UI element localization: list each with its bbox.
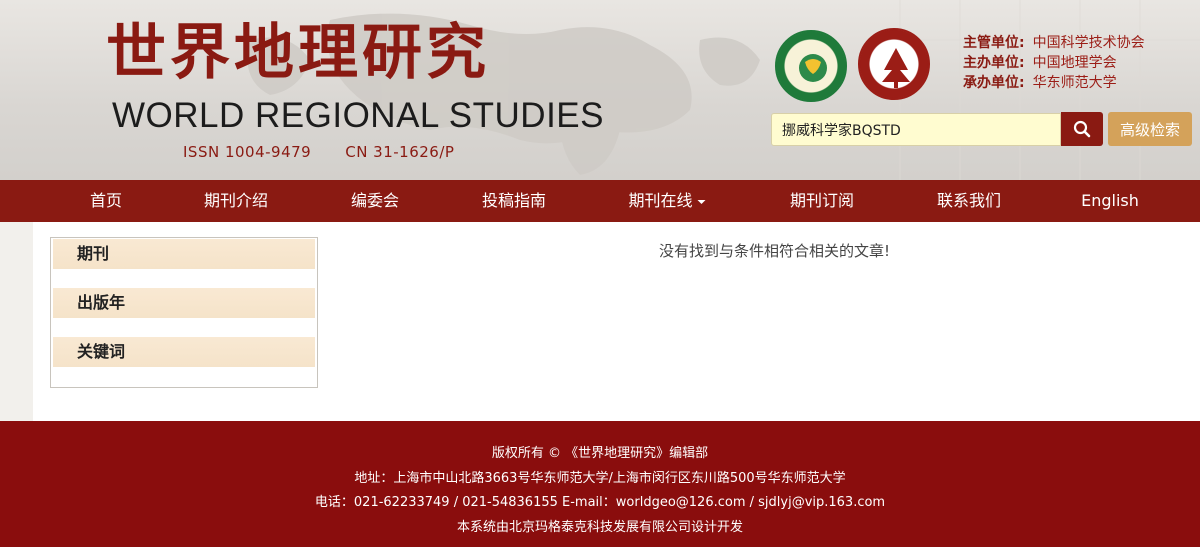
nav-item-subscription[interactable]: 期刊订阅 bbox=[790, 180, 854, 222]
site-footer: 版权所有 © 《世界地理研究》编辑部 地址：上海市中山北路3663号华东师范大学… bbox=[0, 421, 1200, 547]
search-button[interactable] bbox=[1061, 112, 1103, 146]
search-icon bbox=[1073, 120, 1091, 138]
footer-copyright: 版权所有 © 《世界地理研究》编辑部 bbox=[491, 446, 709, 461]
sponsor-row: 主办单位: 中国地理学会 bbox=[963, 53, 1145, 73]
journal-identifiers: ISSN 1004-9479 CN 31-1626/P bbox=[183, 143, 454, 161]
sponsor-row: 承办单位: 华东师范大学 bbox=[963, 73, 1145, 93]
no-results-message: 没有找到与条件相符合相关的文章! bbox=[659, 242, 891, 260]
nav-item-contact[interactable]: 联系我们 bbox=[937, 180, 1001, 222]
search-input[interactable] bbox=[771, 113, 1061, 146]
journal-title-cn: 世界地理研究 bbox=[106, 18, 490, 88]
ecnu-logo bbox=[858, 28, 930, 100]
issn-number: ISSN 1004-9479 bbox=[183, 143, 312, 161]
nav-item-journal-online[interactable]: 期刊在线 bbox=[628, 180, 706, 222]
globe-emblem-icon bbox=[799, 54, 827, 82]
sponsor-value: 中国地理学会 bbox=[1032, 55, 1117, 71]
sponsor-list: 主管单位: 中国科学技术协会 主办单位: 中国地理学会 承办单位: 华东师范大学 bbox=[963, 33, 1145, 93]
cn-number: CN 31-1626/P bbox=[345, 143, 455, 161]
sponsor-key: 主办单位: bbox=[963, 55, 1025, 71]
nav-item-submission-guide[interactable]: 投稿指南 bbox=[482, 180, 546, 222]
nav-item-editorial-board[interactable]: 编委会 bbox=[351, 180, 399, 222]
sponsor-key: 承办单位: bbox=[963, 75, 1025, 91]
footer-address: 地址：上海市中山北路3663号华东师范大学/上海市闵行区东川路500号华东师范大… bbox=[354, 471, 846, 486]
facet-journal[interactable]: 期刊 bbox=[53, 239, 315, 269]
advanced-search-button[interactable]: 高级检索 bbox=[1108, 112, 1192, 146]
sponsor-value: 中国科学技术协会 bbox=[1032, 35, 1145, 51]
main-nav: 首页 期刊介绍 编委会 投稿指南 期刊在线 期刊订阅 联系我们 English bbox=[0, 180, 1200, 222]
facet-panel: 期刊 出版年 关键词 bbox=[50, 237, 318, 388]
sponsor-row: 主管单位: 中国科学技术协会 bbox=[963, 33, 1145, 53]
main-content: 期刊 出版年 关键词 没有找到与条件相符合相关的文章! bbox=[33, 222, 1200, 421]
footer-contact: 电话：021-62233749 / 021-54836155 E-mail：wo… bbox=[314, 495, 886, 510]
nav-item-english[interactable]: English bbox=[1081, 180, 1139, 222]
facet-keywords[interactable]: 关键词 bbox=[53, 337, 315, 367]
footer-developer: 本系统由北京玛格泰克科技发展有限公司设计开发 bbox=[456, 520, 743, 535]
geographical-society-logo bbox=[775, 30, 847, 102]
facet-publish-year[interactable]: 出版年 bbox=[53, 288, 315, 318]
nav-item-home[interactable]: 首页 bbox=[90, 180, 122, 222]
sponsor-key: 主管单位: bbox=[963, 35, 1025, 51]
journal-title-en: WORLD REGIONAL STUDIES bbox=[112, 96, 604, 135]
sponsor-value: 华东师范大学 bbox=[1032, 75, 1117, 91]
caret-down-icon bbox=[697, 199, 706, 204]
tree-emblem-icon bbox=[882, 48, 910, 88]
nav-item-label: 期刊在线 bbox=[628, 191, 693, 210]
site-header: 世界地理研究 WORLD REGIONAL STUDIES ISSN 1004-… bbox=[0, 0, 1200, 180]
nav-item-journal-intro[interactable]: 期刊介绍 bbox=[204, 180, 268, 222]
